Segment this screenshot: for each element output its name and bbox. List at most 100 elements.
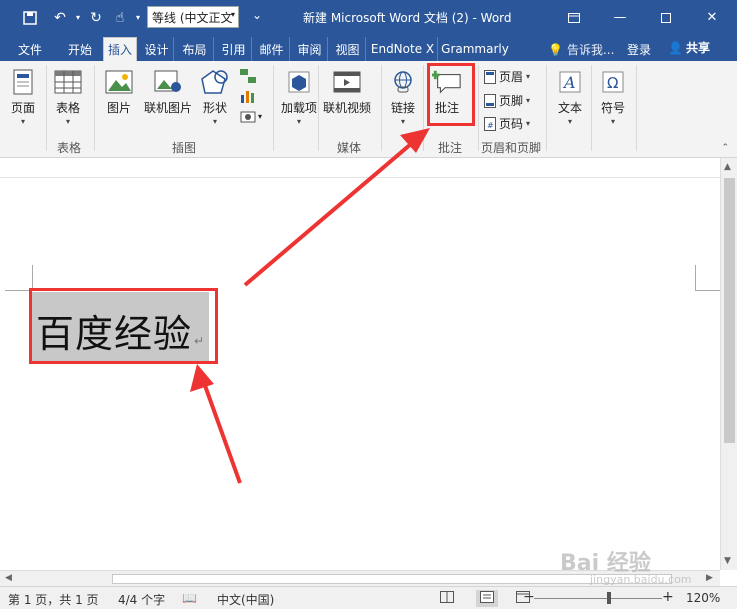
links-button[interactable]: 链接 ▾ bbox=[388, 67, 418, 126]
chevron-down-icon: ▾ bbox=[297, 117, 302, 126]
scroll-left-icon[interactable]: ◀ bbox=[5, 573, 12, 583]
text-box-icon: A bbox=[555, 67, 585, 97]
lightbulb-icon: 💡 bbox=[548, 42, 563, 57]
pages-label: 页面 bbox=[10, 101, 35, 115]
tab-review[interactable]: 审阅 bbox=[292, 37, 328, 61]
proofing-icon[interactable]: 📖 bbox=[182, 591, 197, 605]
comment-highlight-box bbox=[427, 63, 475, 126]
group-label-tables: 表格 bbox=[57, 141, 82, 155]
scroll-right-icon[interactable]: ▶ bbox=[706, 573, 713, 583]
shapes-button[interactable]: 形状 ▾ bbox=[200, 67, 230, 126]
zoom-slider-track[interactable] bbox=[534, 598, 662, 599]
group-label-illustrations: 插图 bbox=[172, 141, 197, 155]
vertical-scrollbar[interactable]: ▲ ▼ bbox=[720, 158, 737, 570]
font-name-box[interactable]: 等线 (中文正文 ▾ bbox=[147, 6, 239, 28]
redo-icon[interactable]: ↻ bbox=[84, 6, 108, 30]
zoom-in-icon[interactable]: + bbox=[662, 589, 674, 605]
chevron-down-icon: ▾ bbox=[230, 10, 235, 19]
page-count[interactable]: 第 1 页，共 1 页 bbox=[8, 591, 99, 608]
tell-me-box[interactable]: 💡 告诉我... bbox=[548, 41, 614, 58]
shapes-icon bbox=[200, 67, 230, 97]
tab-references[interactable]: 引用 bbox=[216, 37, 252, 61]
vertical-scroll-thumb[interactable] bbox=[724, 178, 735, 443]
group-label-header-footer: 页眉和页脚 bbox=[481, 141, 542, 155]
crop-mark-right-horizontal bbox=[695, 290, 720, 291]
chevron-down-icon: ▾ bbox=[526, 119, 531, 128]
zoom-out-icon[interactable]: − bbox=[523, 589, 535, 605]
chevron-down-icon: ▾ bbox=[212, 117, 217, 126]
language-indicator[interactable]: 中文(中国) bbox=[217, 591, 274, 608]
document-canvas[interactable] bbox=[0, 158, 720, 570]
group-divider bbox=[546, 65, 547, 151]
tab-home[interactable]: 开始 bbox=[58, 37, 102, 61]
online-picture-button[interactable]: 联机图片 bbox=[144, 67, 192, 116]
zoom-slider-thumb[interactable] bbox=[607, 592, 611, 604]
zoom-level[interactable]: 120% bbox=[686, 591, 720, 605]
online-video-button[interactable]: 联机视频 bbox=[323, 67, 371, 116]
chevron-down-icon: ▾ bbox=[526, 72, 531, 81]
window-title: 新建 Microsoft Word 文档 (2) - Word bbox=[303, 11, 512, 25]
print-layout-icon[interactable] bbox=[476, 590, 498, 607]
omega-icon: Ω bbox=[598, 67, 628, 97]
tab-insert[interactable]: 插入 bbox=[103, 37, 137, 61]
header-label: 页眉 bbox=[499, 70, 524, 84]
text-button[interactable]: A 文本 ▾ bbox=[555, 67, 585, 126]
share-button[interactable]: 👤 共享 bbox=[668, 39, 710, 56]
scroll-up-icon[interactable]: ▲ bbox=[724, 162, 731, 172]
screenshot-icon bbox=[240, 111, 256, 123]
picture-icon bbox=[104, 67, 134, 97]
maximize-icon[interactable] bbox=[643, 0, 689, 35]
ribbon-insert: 页面 ▾ 表格 ▾ 表格 图片 联机图片 形状 ▾ ▾ 插图 加载项 ▾ 联机视… bbox=[0, 61, 737, 158]
addins-label: 加载项 bbox=[281, 101, 318, 115]
undo-icon[interactable]: ↶ bbox=[48, 6, 72, 30]
group-label-comments: 批注 bbox=[438, 141, 463, 155]
online-video-label: 联机视频 bbox=[323, 101, 372, 115]
close-icon[interactable]: ✕ bbox=[689, 0, 735, 35]
tab-design[interactable]: 设计 bbox=[140, 37, 174, 61]
touch-mode-icon[interactable]: ☝ bbox=[108, 6, 132, 30]
header-button[interactable]: 页眉 ▾ bbox=[484, 68, 530, 85]
save-icon[interactable] bbox=[18, 6, 42, 30]
table-button[interactable]: 表格 ▾ bbox=[53, 67, 83, 126]
header-icon bbox=[484, 69, 496, 84]
read-mode-icon[interactable] bbox=[440, 591, 454, 606]
collapse-ribbon-icon[interactable]: ⌃ bbox=[721, 143, 729, 153]
shapes-label: 形状 bbox=[202, 101, 227, 115]
addins-button[interactable]: 加载项 ▾ bbox=[281, 67, 317, 126]
page-icon bbox=[8, 67, 38, 97]
page-number-icon: # bbox=[484, 116, 496, 131]
smartart-button[interactable] bbox=[240, 69, 262, 83]
chevron-down-icon: ▾ bbox=[526, 96, 531, 105]
minimize-icon[interactable]: — bbox=[597, 0, 643, 35]
tab-view[interactable]: 视图 bbox=[330, 37, 366, 61]
word-count[interactable]: 4/4 个字 bbox=[118, 591, 165, 608]
footer-icon bbox=[484, 93, 496, 108]
group-divider bbox=[318, 65, 319, 151]
picture-button[interactable]: 图片 bbox=[104, 67, 134, 116]
touch-dropdown-icon[interactable]: ▾ bbox=[132, 13, 144, 22]
undo-dropdown-icon[interactable]: ▾ bbox=[72, 13, 84, 22]
ribbon-display-options-icon[interactable] bbox=[551, 0, 597, 35]
links-label: 链接 bbox=[390, 101, 415, 115]
tab-layout[interactable]: 布局 bbox=[176, 37, 214, 61]
page-number-button[interactable]: # 页码 ▾ bbox=[484, 115, 530, 132]
pages-button[interactable]: 页面 ▾ bbox=[8, 67, 38, 126]
screenshot-button[interactable]: ▾ bbox=[240, 109, 262, 123]
login-link[interactable]: 登录 bbox=[627, 41, 651, 58]
title-bar: ↶ ▾ ↻ ☝ ▾ 等线 (中文正文 ▾ ⌄ 新建 Microsoft Word… bbox=[0, 0, 737, 35]
tab-mailings[interactable]: 邮件 bbox=[254, 37, 290, 61]
scroll-down-icon[interactable]: ▼ bbox=[724, 556, 731, 566]
group-divider bbox=[591, 65, 592, 151]
symbols-button[interactable]: Ω 符号 ▾ bbox=[598, 67, 628, 126]
group-label-media: 媒体 bbox=[337, 141, 362, 155]
chevron-down-icon: ▾ bbox=[610, 117, 615, 126]
footer-button[interactable]: 页脚 ▾ bbox=[484, 92, 530, 109]
customize-qat-icon[interactable]: ⌄ bbox=[252, 8, 262, 22]
baidu-watermark-logo: Bai 经验 jingyan.baidu.com bbox=[560, 545, 692, 586]
chevron-down-icon: ▾ bbox=[567, 117, 572, 126]
tab-grammarly[interactable]: Grammarly bbox=[441, 37, 509, 61]
chart-button[interactable] bbox=[240, 89, 262, 103]
share-label: 共享 bbox=[685, 41, 710, 55]
tab-file[interactable]: 文件 bbox=[8, 37, 52, 61]
tab-endnote[interactable]: EndNote X bbox=[368, 37, 438, 61]
